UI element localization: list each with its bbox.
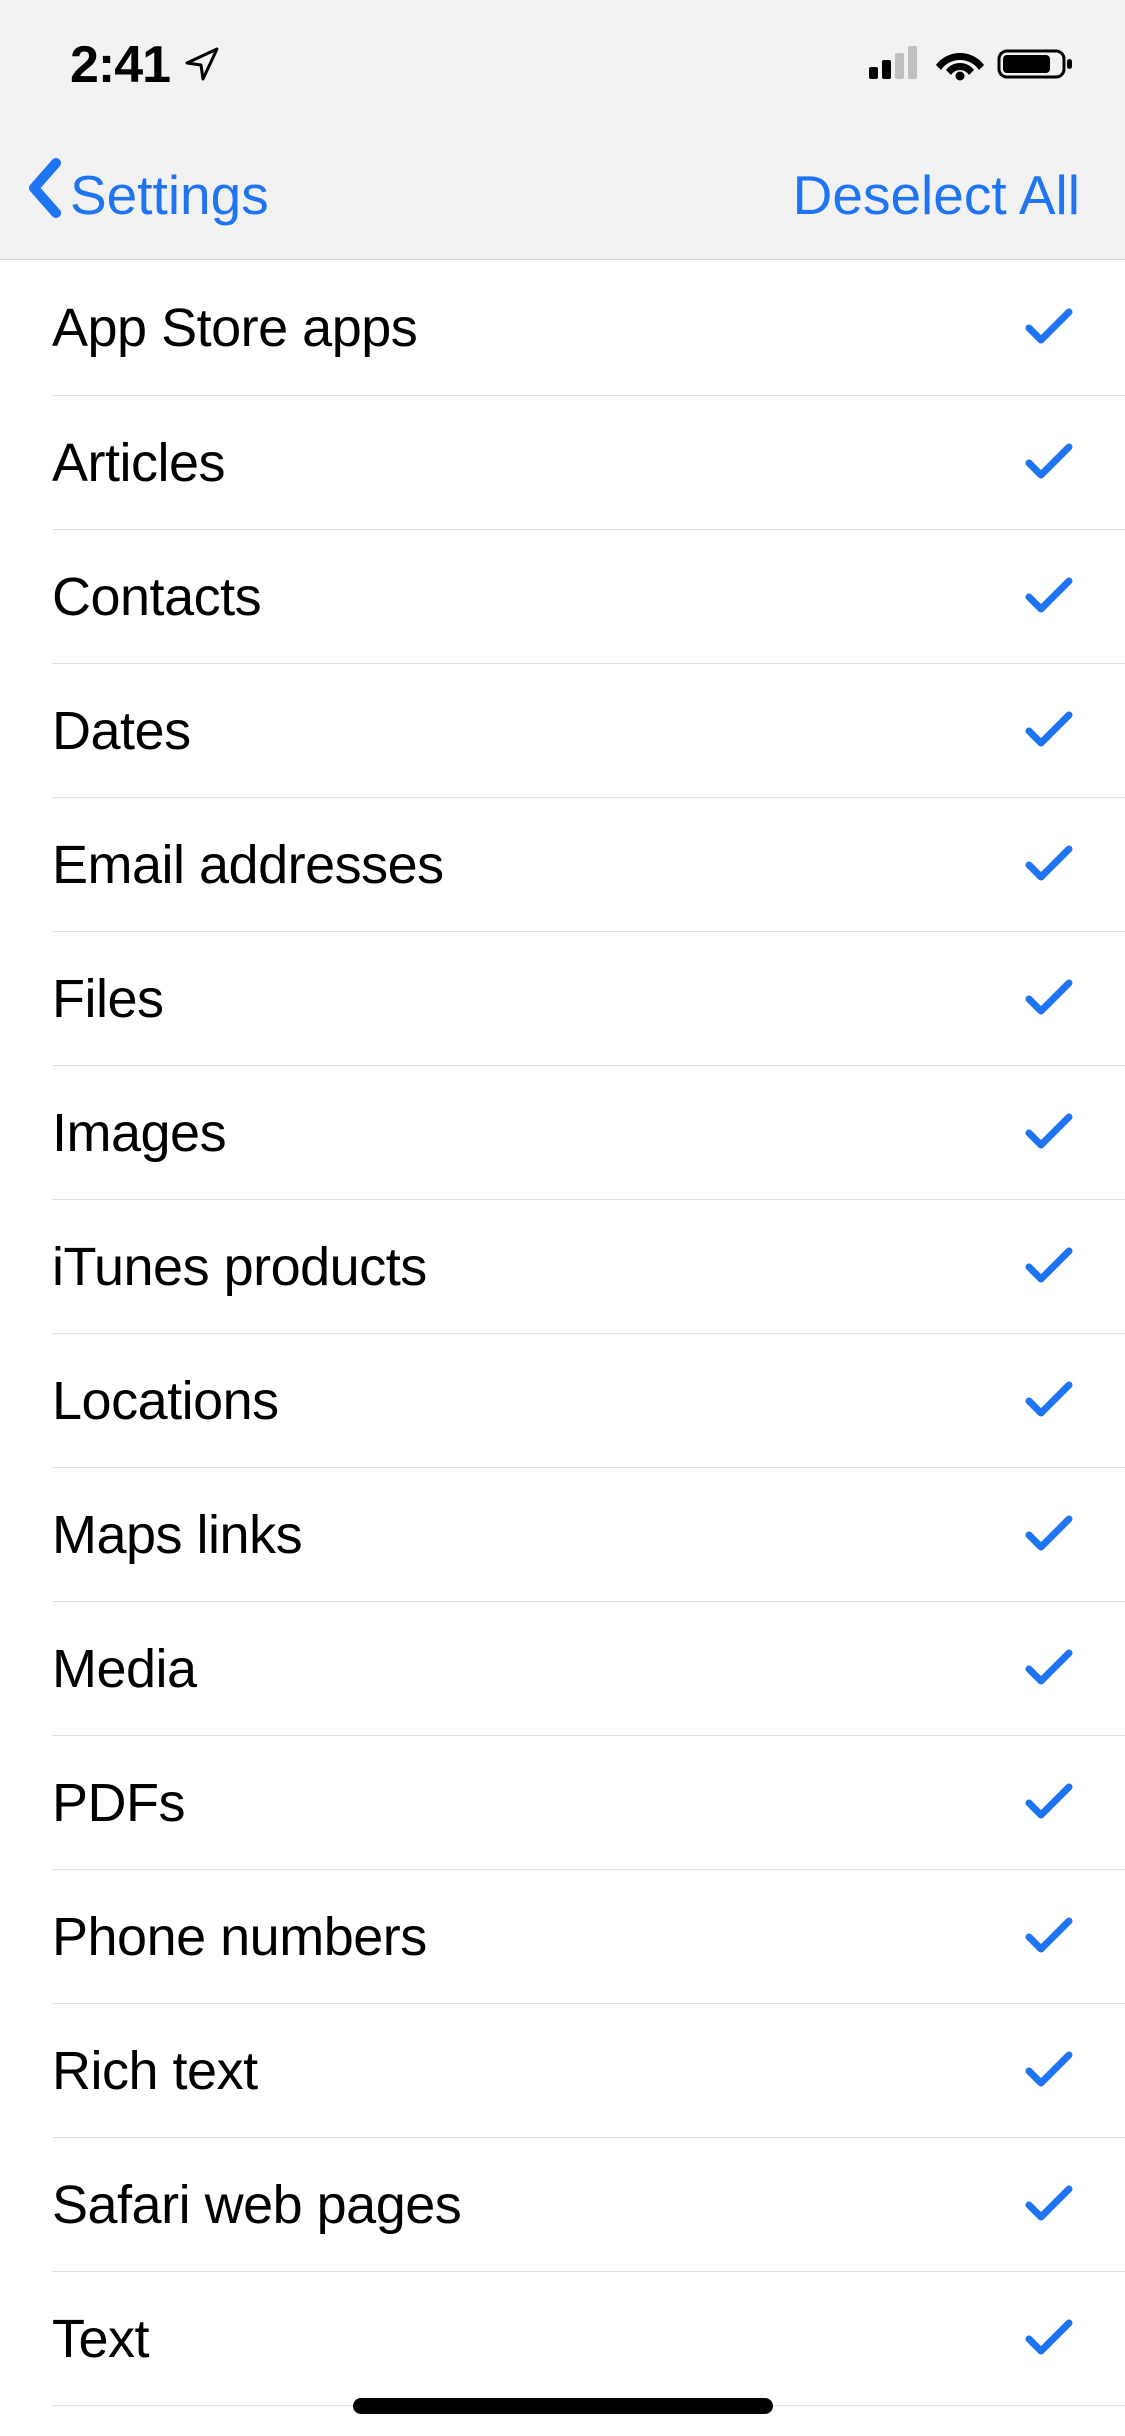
list-item-label: Text bbox=[0, 2308, 149, 2370]
list-item-label: iTunes products bbox=[0, 1236, 427, 1298]
checkmark-icon bbox=[1025, 1245, 1073, 1290]
deselect-all-button[interactable]: Deselect All bbox=[793, 163, 1080, 227]
checkmark-icon bbox=[1025, 1111, 1073, 1156]
list-item-label: Dates bbox=[0, 700, 191, 762]
list-item[interactable]: Phone numbers bbox=[0, 1870, 1125, 2004]
status-left: 2:41 bbox=[70, 35, 220, 95]
type-list: App Store apps Articles Contacts Dates Email… bbox=[0, 260, 1125, 2436]
list-item-label: Safari web pages bbox=[0, 2174, 461, 2236]
home-indicator bbox=[353, 2398, 773, 2414]
list-item-label: PDFs bbox=[0, 1772, 185, 1834]
list-item[interactable]: Images bbox=[0, 1066, 1125, 1200]
wifi-icon bbox=[935, 45, 985, 86]
battery-icon bbox=[997, 45, 1075, 86]
list-item[interactable]: Dates bbox=[0, 664, 1125, 798]
checkmark-icon bbox=[1025, 977, 1073, 1022]
list-item[interactable]: Contacts bbox=[0, 530, 1125, 664]
checkmark-icon bbox=[1025, 709, 1073, 754]
checkmark-icon bbox=[1025, 306, 1073, 351]
list-item[interactable]: Text bbox=[0, 2272, 1125, 2406]
list-item[interactable]: PDFs bbox=[0, 1736, 1125, 1870]
list-item[interactable]: Email addresses bbox=[0, 798, 1125, 932]
nav-action-label: Deselect All bbox=[793, 164, 1080, 226]
list-item-label: Media bbox=[0, 1638, 197, 1700]
list-item-label: Maps links bbox=[0, 1504, 302, 1566]
checkmark-icon bbox=[1025, 441, 1073, 486]
list-item[interactable]: Articles bbox=[0, 396, 1125, 530]
list-item[interactable]: Media bbox=[0, 1602, 1125, 1736]
list-item-label: Articles bbox=[0, 432, 225, 494]
back-button[interactable]: Settings bbox=[24, 157, 269, 232]
list-item[interactable]: Files bbox=[0, 932, 1125, 1066]
list-item-label: Files bbox=[0, 968, 164, 1030]
list-item-label: Phone numbers bbox=[0, 1906, 427, 1968]
chevron-left-icon bbox=[24, 157, 64, 232]
list-item-label: Images bbox=[0, 1102, 226, 1164]
checkmark-icon bbox=[1025, 2317, 1073, 2362]
list-item[interactable]: Rich text bbox=[0, 2004, 1125, 2138]
cellular-icon bbox=[869, 45, 923, 86]
list-item[interactable]: Safari web pages bbox=[0, 2138, 1125, 2272]
list-item-label: Rich text bbox=[0, 2040, 258, 2102]
nav-bar: Settings Deselect All bbox=[0, 130, 1125, 260]
checkmark-icon bbox=[1025, 843, 1073, 888]
list-item[interactable]: App Store apps bbox=[0, 260, 1125, 396]
checkmark-icon bbox=[1025, 2183, 1073, 2228]
list-item-label: App Store apps bbox=[0, 297, 417, 359]
status-time: 2:41 bbox=[70, 35, 170, 95]
list-item[interactable]: Locations bbox=[0, 1334, 1125, 1468]
list-item[interactable]: Maps links bbox=[0, 1468, 1125, 1602]
checkmark-icon bbox=[1025, 2049, 1073, 2094]
checkmark-icon bbox=[1025, 1915, 1073, 1960]
list-item[interactable]: iTunes products bbox=[0, 1200, 1125, 1334]
checkmark-icon bbox=[1025, 1379, 1073, 1424]
status-bar: 2:41 bbox=[0, 0, 1125, 130]
list-item-label: Email addresses bbox=[0, 834, 444, 896]
checkmark-icon bbox=[1025, 1647, 1073, 1692]
list-item-label: Locations bbox=[0, 1370, 279, 1432]
checkmark-icon bbox=[1025, 575, 1073, 620]
status-right bbox=[869, 45, 1075, 86]
checkmark-icon bbox=[1025, 1513, 1073, 1558]
checkmark-icon bbox=[1025, 1781, 1073, 1826]
location-icon bbox=[184, 35, 220, 95]
screen: 2:41 bbox=[0, 0, 1125, 2436]
back-label: Settings bbox=[70, 163, 269, 227]
list-item-label: Contacts bbox=[0, 566, 261, 628]
